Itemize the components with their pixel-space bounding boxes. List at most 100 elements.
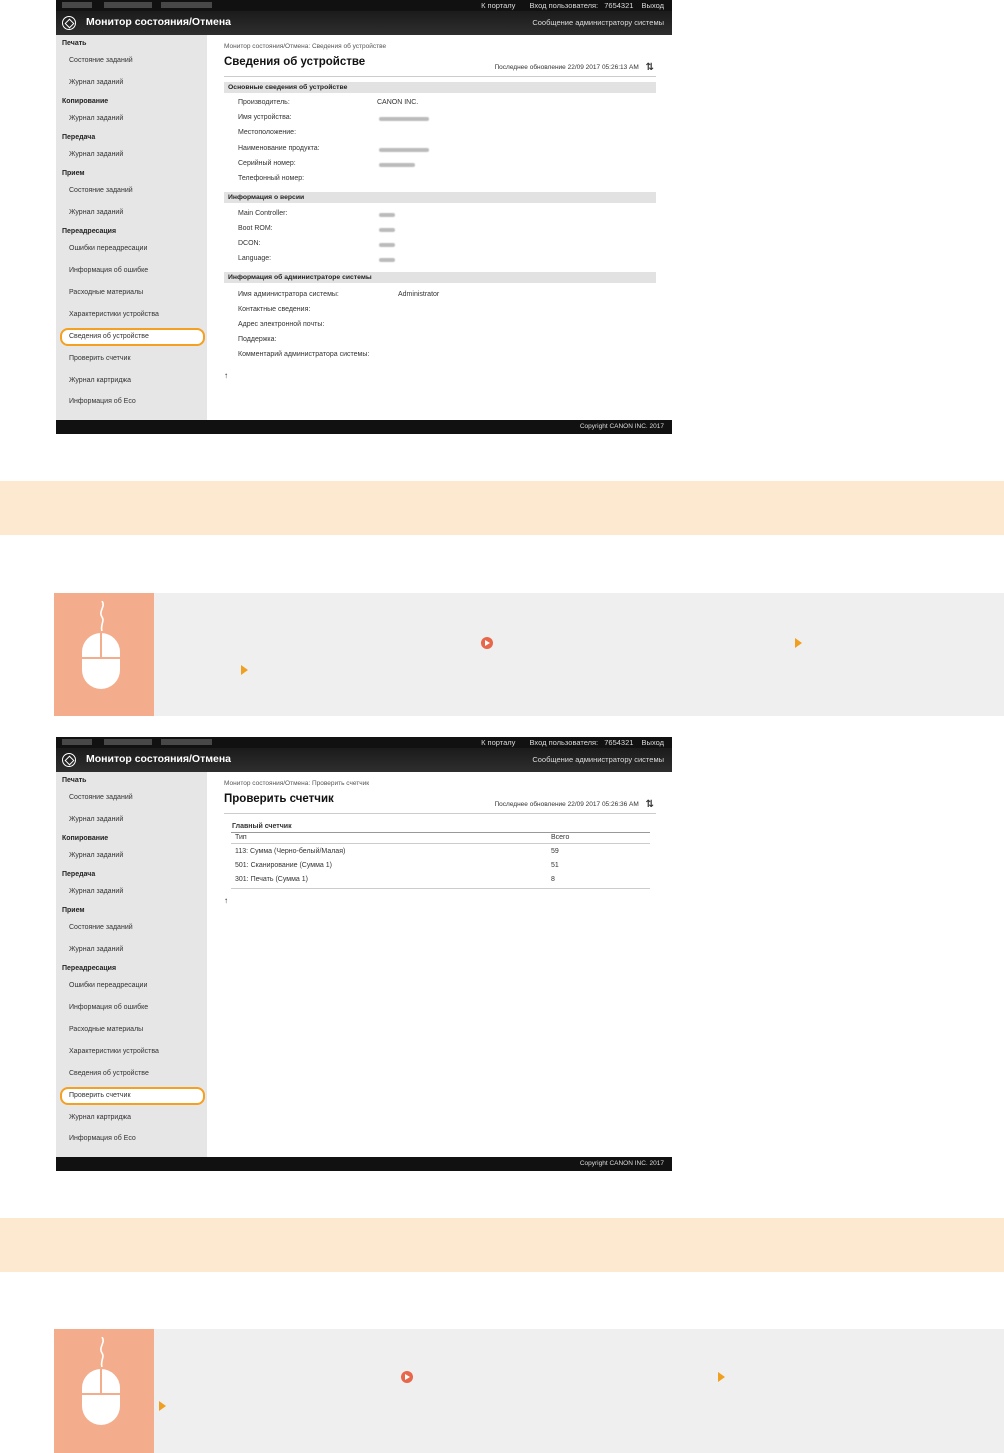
sidebar-item-print-log[interactable]: Журнал заданий	[56, 816, 220, 823]
portal-link[interactable]: К порталу	[481, 1, 515, 10]
last-update: Последнее обновление 22/09 2017 05:26:13…	[494, 62, 654, 73]
blurred-device-name	[62, 739, 212, 745]
user-id: 7654321	[604, 1, 634, 10]
sidebar-item-print-log[interactable]: Журнал заданий	[56, 79, 220, 86]
sidebar-item-send-log[interactable]: Журнал заданий	[56, 151, 220, 158]
sidebar-item-cartridge-log[interactable]: Журнал картриджа	[56, 377, 220, 384]
sidebar-section-print: Печать	[62, 777, 87, 784]
mouse-cord-icon	[98, 601, 104, 631]
column-total-header: Всего	[551, 834, 570, 841]
app-title: Монитор состояния/Отмена	[86, 16, 232, 28]
back-to-top-icon[interactable]: ↑	[224, 896, 228, 905]
sidebar-section-receive: Прием	[62, 170, 85, 177]
table-bottom-divider	[231, 888, 650, 889]
admin-message-link[interactable]: Сообщение администратору системы	[532, 18, 664, 27]
arrow-circle-icon	[481, 637, 493, 649]
sidebar-section-copy: Копирование	[62, 98, 109, 105]
comment-label: Комментарий администратора системы:	[238, 351, 370, 358]
title-bar: Монитор состояния/Отмена Сообщение админ…	[56, 748, 672, 772]
email-label: Адрес электронной почты:	[238, 321, 325, 328]
admin-message-link[interactable]: Сообщение администратору системы	[532, 755, 664, 764]
sidebar-item-receive-status[interactable]: Состояние заданий	[56, 187, 220, 194]
main-content: Монитор состояния/Отмена: Проверить счет…	[207, 772, 672, 1157]
manufacturer-label: Производитель:	[238, 99, 290, 106]
app-title: Монитор состояния/Отмена	[86, 753, 232, 765]
sidebar-item-send-log[interactable]: Журнал заданий	[56, 888, 220, 895]
sidebar-item-receive-log[interactable]: Журнал заданий	[56, 209, 220, 216]
blurred-dcon-value	[379, 243, 395, 247]
sidebar-item-receive-status[interactable]: Состояние заданий	[56, 924, 220, 931]
screenshot-device-info: К порталу Вход пользователя: 7654321 Вых…	[56, 0, 672, 434]
mouse-icon	[82, 633, 120, 689]
table-row-total: 51	[551, 862, 559, 869]
counter-heading: Главный счетчик	[232, 823, 292, 830]
blurred-main-controller-value	[379, 213, 395, 217]
phone-label: Телефонный номер:	[238, 175, 305, 182]
sidebar-item-eco-info[interactable]: Информация об Eco	[56, 1135, 220, 1142]
sidebar-item-device-info[interactable]: Сведения об устройстве	[56, 333, 220, 340]
login-label: Вход пользователя:	[529, 738, 599, 747]
refresh-icon[interactable]: ⇅	[646, 799, 654, 810]
sidebar-section-receive: Прием	[62, 907, 85, 914]
sidebar-item-forward-errors[interactable]: Ошибки переадресации	[56, 982, 220, 989]
sidebar-item-cartridge-log[interactable]: Журнал картриджа	[56, 1114, 220, 1121]
table-row-total: 59	[551, 848, 559, 855]
step-band	[0, 1218, 1004, 1272]
breadcrumb: Монитор состояния/Отмена: Проверить счет…	[224, 780, 370, 787]
sidebar-section-print: Печать	[62, 40, 87, 47]
arrow-icon	[241, 665, 248, 675]
arrow-icon	[795, 638, 802, 648]
sidebar-item-print-status[interactable]: Состояние заданий	[56, 57, 220, 64]
sidebar-section-forward: Переадресация	[62, 228, 117, 235]
sidebar-item-receive-log[interactable]: Журнал заданий	[56, 946, 220, 953]
sidebar-item-check-counter[interactable]: Проверить счетчик	[56, 355, 220, 362]
screenshot-check-counter: К порталу Вход пользователя: 7654321 Вых…	[56, 737, 672, 1171]
column-type-header: Тип	[235, 834, 247, 841]
logout-link[interactable]: Выход	[642, 738, 664, 747]
table-row-total: 8	[551, 876, 555, 883]
sidebar-item-copy-log[interactable]: Журнал заданий	[56, 115, 220, 122]
login-label: Вход пользователя:	[529, 1, 599, 10]
sidebar-section-forward: Переадресация	[62, 965, 117, 972]
section-basic-info: Основные сведения об устройстве	[224, 82, 656, 93]
last-update: Последнее обновление 22/09 2017 05:26:36…	[494, 799, 654, 810]
sidebar-item-consumables[interactable]: Расходные материалы	[56, 1026, 220, 1033]
back-to-top-icon[interactable]: ↑	[224, 371, 228, 380]
sidebar-item-copy-log[interactable]: Журнал заданий	[56, 852, 220, 859]
admin-name-value: Administrator	[398, 291, 440, 298]
sidebar-item-error-info[interactable]: Информация об ошибке	[56, 267, 220, 274]
dcon-label: DCON:	[238, 240, 261, 247]
blurred-device-name	[62, 2, 212, 8]
sidebar-item-device-features[interactable]: Характеристики устройства	[56, 311, 220, 318]
title-divider	[224, 813, 656, 814]
mouse-cord-icon	[98, 1337, 104, 1367]
sidebar-item-forward-errors[interactable]: Ошибки переадресации	[56, 245, 220, 252]
sidebar-item-consumables[interactable]: Расходные материалы	[56, 289, 220, 296]
sidebar-item-error-info[interactable]: Информация об ошибке	[56, 1004, 220, 1011]
page-title: Проверить счетчик	[224, 793, 334, 805]
sidebar-item-check-counter[interactable]: Проверить счетчик	[56, 1092, 220, 1099]
last-update-text: Последнее обновление 22/09 2017 05:26:13…	[494, 64, 639, 72]
refresh-icon[interactable]: ⇅	[646, 62, 654, 73]
sidebar-item-device-features[interactable]: Характеристики устройства	[56, 1048, 220, 1055]
sidebar-item-device-info[interactable]: Сведения об устройстве	[56, 1070, 220, 1077]
logout-link[interactable]: Выход	[642, 1, 664, 10]
main-content: Монитор состояния/Отмена: Сведения об ус…	[207, 35, 672, 420]
table-row-type: 501: Сканирование (Сумма 1)	[235, 862, 332, 869]
app-logo-icon	[62, 753, 76, 767]
app-logo-icon	[62, 16, 76, 30]
support-label: Поддержка:	[238, 336, 277, 343]
serial-label: Серийный номер:	[238, 160, 296, 167]
header-divider	[231, 843, 650, 844]
user-id: 7654321	[604, 738, 634, 747]
portal-link[interactable]: К порталу	[481, 738, 515, 747]
mouse-note	[54, 593, 1004, 716]
top-bar: К порталу Вход пользователя: 7654321 Вых…	[56, 0, 672, 11]
contact-label: Контактные сведения:	[238, 306, 311, 313]
sidebar-item-print-status[interactable]: Состояние заданий	[56, 794, 220, 801]
note-icon-area	[54, 593, 154, 716]
product-name-label: Наименование продукта:	[238, 145, 320, 152]
blurred-device-name-value	[379, 117, 429, 121]
sidebar-item-eco-info[interactable]: Информация об Eco	[56, 398, 220, 405]
footer: Copyright CANON INC. 2017	[56, 420, 672, 434]
